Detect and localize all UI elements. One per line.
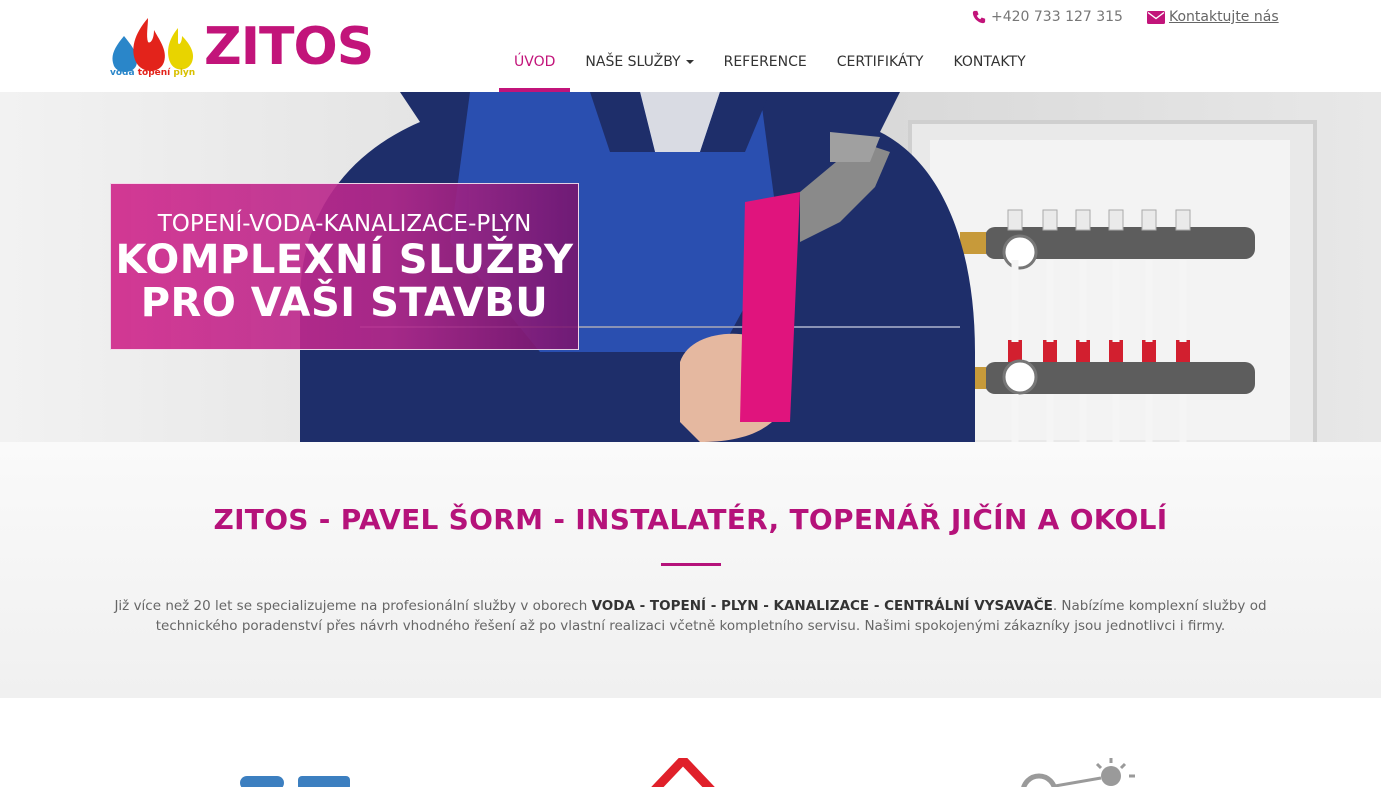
nav-item-certifikaty[interactable]: CERTIFIKÁTY — [822, 44, 939, 92]
services-section — [0, 698, 1381, 787]
water-service-icon[interactable] — [236, 776, 366, 787]
nav-item-uvod[interactable]: ÚVOD — [499, 44, 571, 92]
contact-us-link[interactable]: Kontaktujte nás — [1146, 9, 1279, 25]
nav-item-nase-sluzby-label: NAŠE SLUŽBY — [585, 54, 681, 70]
caret-down-icon — [685, 60, 694, 64]
main-navigation: ÚVOD NAŠE SLUŽBY REFERENCE CERTIFIKÁTY K… — [499, 44, 1041, 92]
nav-item-nase-sluzby[interactable]: NAŠE SLUŽBY — [570, 44, 708, 92]
intro-text-services: VODA - TOPENÍ - PLYN - KANALIZACE - CENT… — [591, 598, 1053, 614]
phone-icon — [972, 10, 986, 24]
heading-divider — [660, 563, 721, 566]
logo-tagline: voda topení plyn — [110, 68, 195, 78]
hero-headline-box: TOPENÍ-VODA-KANALIZACE-PLYN KOMPLEXNÍ SL… — [110, 183, 579, 350]
tagline-gas: plyn — [173, 68, 196, 78]
envelope-icon — [1146, 10, 1165, 24]
hero-title-line1: KOMPLEXNÍ SLUŽBY — [115, 237, 574, 283]
intro-paragraph: Již více než 20 let se specializujeme na… — [111, 596, 1271, 636]
hero-title-line2: PRO VAŠI STAVBU — [140, 280, 549, 326]
brand-name: ZITOS — [204, 17, 374, 77]
intro-heading: ZITOS - PAVEL ŠORM - INSTALATÉR, TOPENÁŘ… — [213, 503, 1168, 536]
tagline-heating: topení — [137, 68, 171, 78]
intro-text-part1: Již více než 20 let se specializujeme na… — [114, 598, 592, 614]
nav-item-kontakty[interactable]: KONTAKTY — [938, 44, 1040, 92]
contact-us-text[interactable]: Kontaktujte nás — [1169, 9, 1279, 25]
hero-subtitle: TOPENÍ-VODA-KANALIZACE-PLYN — [157, 211, 532, 237]
tagline-water: voda — [110, 68, 135, 78]
flame-drops-logo-icon — [112, 18, 194, 72]
intro-section: ZITOS - PAVEL ŠORM - INSTALATÉR, TOPENÁŘ… — [0, 442, 1381, 698]
nav-item-reference[interactable]: REFERENCE — [709, 44, 822, 92]
zitos-logo[interactable]: ZITOS voda topení plyn — [108, 16, 378, 80]
top-contact-bar: +420 733 127 315 Kontaktujte nás — [972, 9, 1279, 25]
site-header: ZITOS voda topení plyn +420 733 127 315 … — [0, 0, 1381, 92]
phone-number: +420 733 127 315 — [991, 9, 1123, 25]
phone-contact[interactable]: +420 733 127 315 — [972, 9, 1123, 25]
sun-gauge-icon[interactable] — [1015, 756, 1145, 787]
house-heating-icon[interactable] — [643, 758, 723, 787]
hero-banner: TOPENÍ-VODA-KANALIZACE-PLYN KOMPLEXNÍ SL… — [0, 92, 1381, 442]
